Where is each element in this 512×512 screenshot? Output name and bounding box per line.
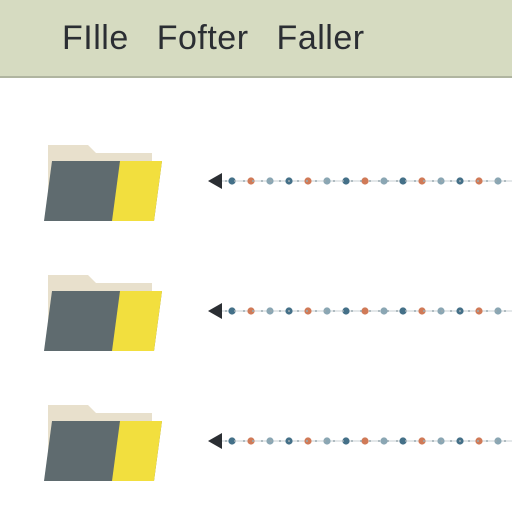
folder-icon (40, 391, 168, 491)
folder-icon (40, 131, 168, 231)
folder-row (0, 376, 512, 506)
timeline-rail (208, 411, 512, 471)
folder-row (0, 116, 512, 246)
content-area (0, 78, 512, 506)
timeline-rail (208, 151, 512, 211)
header-word-3: Faller (277, 19, 365, 58)
header-word-2: Fofter (157, 19, 249, 58)
folder-row (0, 246, 512, 376)
header-bar: FIlle Fofter Faller (0, 0, 512, 78)
header-word-1: FIlle (62, 19, 129, 58)
folder-icon (40, 261, 168, 361)
timeline-rail (208, 281, 512, 341)
